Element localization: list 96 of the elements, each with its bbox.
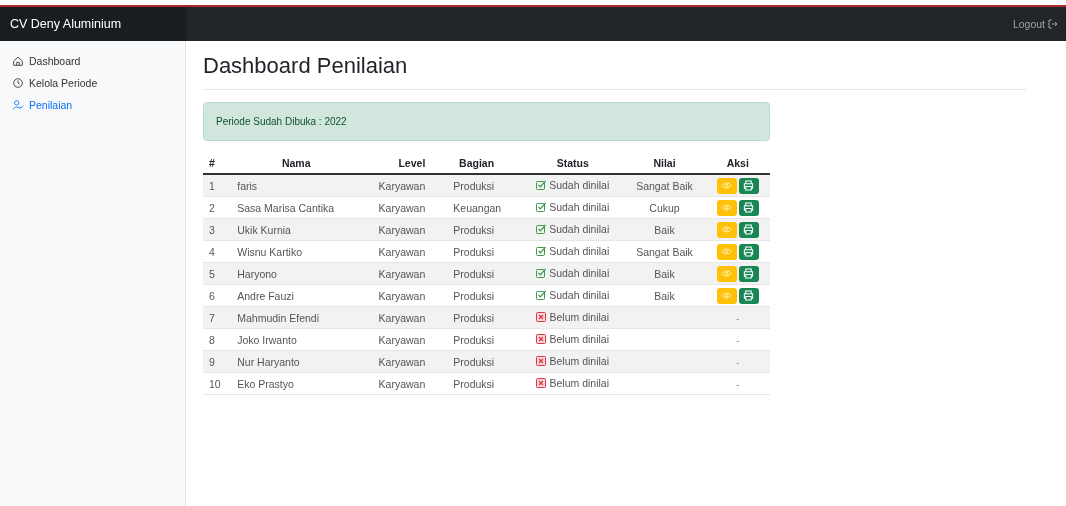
- table-cell: Karyawan: [361, 240, 432, 263]
- status-text: Belum dinilai: [549, 311, 609, 323]
- table-cell: Nur Haryanto: [231, 350, 362, 373]
- checked-box-icon: [536, 180, 547, 190]
- table-cell: -: [736, 311, 740, 324]
- print-button[interactable]: [738, 287, 759, 304]
- table-cell: Produksi: [431, 174, 522, 197]
- table-cell: faris: [231, 174, 362, 197]
- table-cell: Wisnu Kartiko: [231, 240, 362, 263]
- table-cell: Karyawan: [361, 196, 432, 219]
- table-cell: Karyawan: [361, 218, 432, 241]
- eye-icon: [721, 180, 733, 191]
- status-text: Sudah dinilai: [549, 289, 610, 301]
- table-cell: 8: [203, 328, 232, 351]
- print-button[interactable]: [738, 243, 759, 260]
- table-cell: 4: [203, 240, 232, 263]
- table-cell: Karyawan: [361, 174, 432, 197]
- table-cell: -: [736, 377, 740, 390]
- table-cell: 7: [203, 306, 232, 329]
- printer-icon: [743, 290, 755, 301]
- table-cell: Haryono: [231, 262, 362, 285]
- checked-box-icon: [536, 224, 547, 234]
- table-cell: Karyawan: [361, 350, 432, 373]
- table-cell: Baik: [623, 284, 706, 307]
- print-button[interactable]: [738, 199, 759, 216]
- x-box-icon: [536, 378, 547, 388]
- print-button[interactable]: [738, 265, 759, 282]
- table-cell: 3: [203, 218, 232, 241]
- printer-icon: [743, 202, 755, 213]
- checked-box-icon: [536, 268, 547, 278]
- table-cell: 2: [203, 196, 232, 219]
- table-cell: Karyawan: [361, 328, 432, 351]
- table-cell: Karyawan: [361, 372, 432, 395]
- eye-icon: [721, 246, 733, 257]
- table-cell: -: [736, 333, 740, 346]
- table-cell: Produksi: [431, 240, 522, 263]
- table-cell: Sasa Marisa Cantika: [231, 196, 362, 219]
- table-cell: Produksi: [431, 328, 522, 351]
- printer-icon: [743, 224, 755, 235]
- sidebar-item[interactable]: Dashboard: [0, 53, 186, 69]
- table-cell: Produksi: [431, 262, 522, 285]
- eye-icon: [721, 290, 733, 301]
- table-cell: Mahmudin Efendi: [231, 306, 362, 329]
- printer-icon: [743, 246, 755, 257]
- table-cell: 6: [203, 284, 232, 307]
- table-cell: Joko Irwanto: [231, 328, 362, 351]
- eye-icon: [721, 224, 733, 235]
- sidebar-item[interactable]: Penilaian: [0, 97, 186, 113]
- checked-box-icon: [536, 246, 547, 256]
- table-cell: Produksi: [431, 284, 522, 307]
- status-text: Sudah dinilai: [549, 179, 610, 191]
- status-text: Sudah dinilai: [549, 223, 610, 235]
- table-cell: Cukup: [623, 196, 706, 219]
- table-cell: Produksi: [431, 218, 522, 241]
- eye-icon: [721, 202, 733, 213]
- table-cell: -: [736, 355, 740, 368]
- sidebar-item[interactable]: Kelola Periode: [0, 75, 186, 91]
- period-alert: Periode Sudah Dibuka : 2022: [203, 102, 770, 141]
- table-cell: Karyawan: [361, 306, 432, 329]
- table-cell: 10: [203, 372, 232, 395]
- brand-link[interactable]: CV Deny Aluminium: [0, 7, 186, 41]
- checked-box-icon: [536, 202, 547, 212]
- table-cell: Produksi: [431, 372, 522, 395]
- eye-icon: [721, 268, 733, 279]
- table-cell: Produksi: [431, 350, 522, 373]
- table-cell: 1: [203, 174, 232, 197]
- table-cell: 5: [203, 262, 232, 285]
- status-text: Belum dinilai: [549, 333, 609, 345]
- logout-link[interactable]: Logout: [1012, 18, 1058, 30]
- home-icon: [12, 55, 24, 67]
- x-box-icon: [536, 334, 547, 344]
- print-button[interactable]: [738, 221, 759, 238]
- page-title: Dashboard Penilaian: [203, 49, 1026, 90]
- status-text: Belum dinilai: [549, 355, 609, 367]
- print-button[interactable]: [738, 177, 759, 194]
- table-cell: Ukik Kurnia: [231, 218, 362, 241]
- table-cell: Karyawan: [361, 262, 432, 285]
- clock-icon: [12, 77, 24, 89]
- logout-icon: [1048, 19, 1058, 29]
- printer-icon: [743, 180, 755, 191]
- table-cell: Andre Fauzi: [231, 284, 362, 307]
- status-text: Sudah dinilai: [549, 245, 610, 257]
- status-text: Sudah dinilai: [549, 201, 610, 213]
- checked-box-icon: [536, 290, 547, 300]
- x-box-icon: [536, 356, 547, 366]
- table-cell: Sangat Baik: [623, 240, 706, 263]
- status-text: Belum dinilai: [549, 377, 609, 389]
- status-text: Sudah dinilai: [549, 267, 610, 279]
- x-box-icon: [536, 312, 547, 322]
- table-cell: Produksi: [431, 306, 522, 329]
- table-cell: Eko Prastyo: [231, 372, 362, 395]
- table-cell: 9: [203, 350, 232, 373]
- table-cell: Karyawan: [361, 284, 432, 307]
- printer-icon: [743, 268, 755, 279]
- table-cell: Keuangan: [431, 196, 522, 219]
- user-check-icon: [12, 99, 24, 111]
